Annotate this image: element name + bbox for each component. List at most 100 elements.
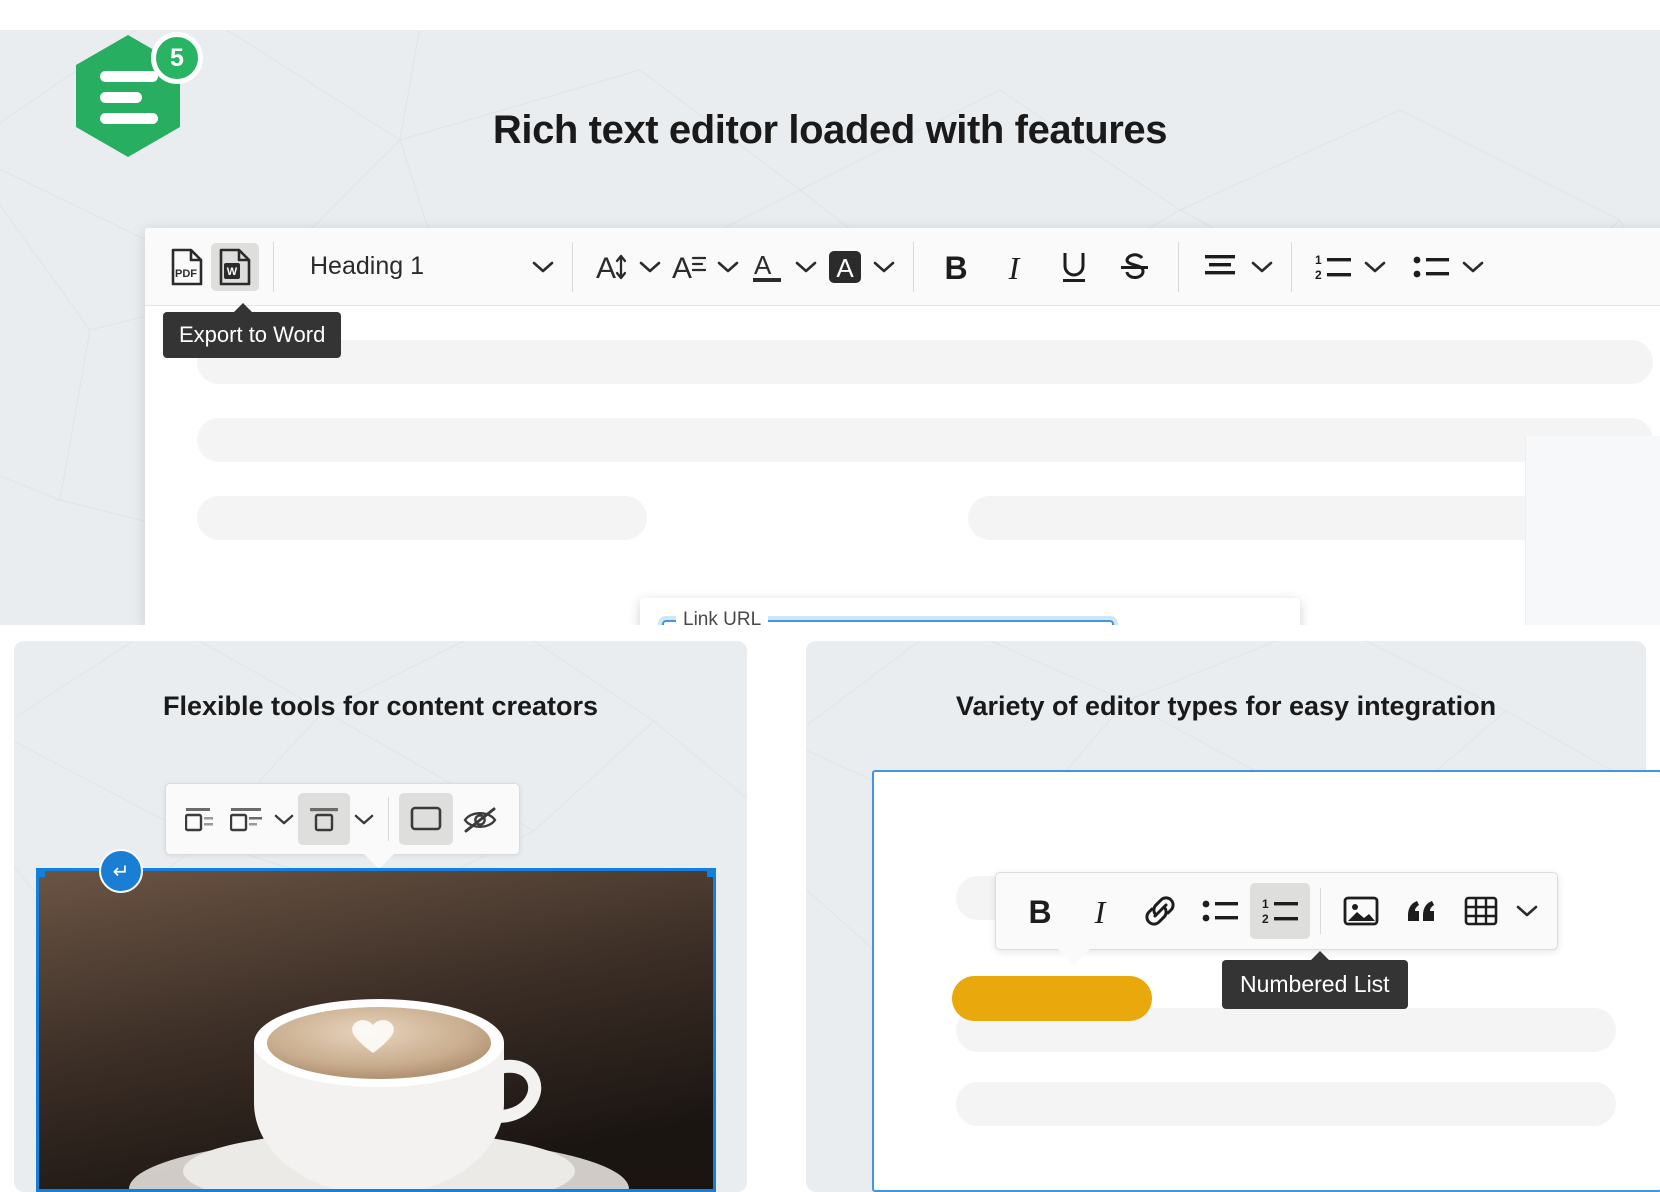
hero-panel: Rich text editor loaded with features PD… bbox=[0, 30, 1660, 625]
svg-text:I: I bbox=[1008, 250, 1021, 284]
font-family-icon: A bbox=[672, 250, 706, 284]
svg-text:A: A bbox=[596, 252, 616, 284]
svg-text:A: A bbox=[672, 252, 692, 284]
card-title: Flexible tools for content creators bbox=[14, 691, 747, 722]
table-icon bbox=[1464, 896, 1498, 926]
image-align-center-dropdown[interactable] bbox=[350, 795, 378, 843]
image-align-center-button[interactable] bbox=[298, 793, 350, 845]
strikethrough-button[interactable] bbox=[1104, 243, 1164, 291]
svg-text:I: I bbox=[1094, 894, 1107, 928]
highlighted-text-pill[interactable] bbox=[952, 976, 1152, 1021]
font-color-icon: A bbox=[750, 249, 784, 285]
numbered-list-dropdown[interactable] bbox=[1360, 243, 1390, 291]
insert-image-button[interactable] bbox=[1331, 887, 1391, 935]
hide-caption-button[interactable] bbox=[453, 793, 507, 845]
strikethrough-icon bbox=[1118, 249, 1150, 285]
numbered-list-icon: 1 2 bbox=[1261, 896, 1299, 926]
chevron-down-icon bbox=[528, 243, 558, 291]
bulleted-list-dropdown[interactable] bbox=[1458, 243, 1488, 291]
editor-window: PDF W Heading 1 bbox=[145, 228, 1660, 625]
cancel-link-button[interactable] bbox=[1224, 622, 1278, 626]
link-icon bbox=[1143, 894, 1177, 928]
italic-icon: I bbox=[999, 250, 1029, 284]
link-button[interactable] bbox=[1130, 887, 1190, 935]
chevron-down-icon bbox=[639, 260, 661, 274]
background-color-dropdown[interactable] bbox=[869, 243, 899, 291]
numbered-list-tooltip: Numbered List bbox=[1222, 960, 1408, 1009]
numbered-list-icon: 1 2 bbox=[1314, 252, 1352, 282]
content-row bbox=[197, 340, 1653, 384]
svg-text:A: A bbox=[836, 253, 854, 283]
svg-text:B: B bbox=[1028, 894, 1051, 928]
save-link-button[interactable] bbox=[1148, 622, 1202, 626]
logo-badge: 5 bbox=[151, 32, 203, 84]
toolbar-divider bbox=[1320, 888, 1321, 934]
font-family-dropdown[interactable] bbox=[713, 243, 743, 291]
block-quote-button[interactable] bbox=[1391, 887, 1451, 935]
bulleted-list-button[interactable] bbox=[1404, 243, 1458, 291]
font-size-icon: A bbox=[594, 250, 628, 284]
toolbar-tail bbox=[1058, 949, 1090, 965]
numbered-list-button[interactable]: 1 2 bbox=[1250, 883, 1310, 939]
heading-label: Heading 1 bbox=[288, 252, 434, 281]
export-to-pdf-button[interactable]: PDF bbox=[163, 243, 211, 291]
image-block-icon bbox=[408, 805, 444, 833]
svg-text:A: A bbox=[754, 250, 772, 280]
underline-icon bbox=[1058, 249, 1090, 285]
tooltip-label: Export to Word bbox=[179, 322, 325, 347]
chevron-down-icon bbox=[1462, 260, 1484, 274]
alignment-button[interactable] bbox=[1193, 243, 1247, 291]
resize-handle-top-left[interactable] bbox=[36, 868, 45, 877]
image-align-right-button[interactable] bbox=[224, 796, 270, 842]
image-return-badge[interactable]: ↵ bbox=[99, 849, 143, 893]
bulleted-list-button[interactable] bbox=[1190, 887, 1250, 935]
font-family-button[interactable]: A bbox=[665, 243, 713, 291]
image-align-center-icon bbox=[307, 806, 341, 832]
chevron-down-icon bbox=[1251, 260, 1273, 274]
chevron-down-icon bbox=[274, 813, 294, 826]
toolbar-divider bbox=[1291, 242, 1292, 292]
underline-button[interactable] bbox=[1044, 243, 1104, 291]
table-dropdown[interactable] bbox=[1511, 887, 1543, 935]
sidebar-pane bbox=[1525, 436, 1660, 625]
link-url-balloon: Link URL https://ckeditor.com bbox=[640, 598, 1300, 625]
card-title: Variety of editor types for easy integra… bbox=[806, 691, 1646, 722]
image-align-right-dropdown[interactable] bbox=[270, 795, 298, 843]
pdf-icon: PDF bbox=[170, 248, 204, 286]
font-size-dropdown[interactable] bbox=[635, 243, 665, 291]
chevron-down-icon bbox=[717, 260, 739, 274]
svg-text:1: 1 bbox=[1262, 897, 1269, 911]
content-placeholder bbox=[956, 1082, 1616, 1126]
insert-table-button[interactable] bbox=[1451, 887, 1511, 935]
content-placeholder bbox=[197, 496, 647, 540]
font-color-dropdown[interactable] bbox=[791, 243, 821, 291]
bold-button[interactable]: B bbox=[1010, 887, 1070, 935]
background-color-icon: A bbox=[827, 249, 863, 285]
editor-content-area[interactable] bbox=[145, 306, 1660, 625]
background-color-button[interactable]: A bbox=[821, 243, 869, 291]
content-placeholder bbox=[197, 418, 1653, 462]
chevron-down-icon bbox=[1364, 260, 1386, 274]
toolbar-divider bbox=[1178, 242, 1179, 292]
font-color-button[interactable]: A bbox=[743, 243, 791, 291]
inline-editor-toolbar: B I 1 2 bbox=[995, 872, 1558, 950]
image-align-left-button[interactable] bbox=[178, 796, 224, 842]
page-title: Rich text editor loaded with features bbox=[0, 108, 1660, 153]
image-block-button[interactable] bbox=[399, 793, 453, 845]
italic-button[interactable]: I bbox=[1070, 887, 1130, 935]
svg-text:1: 1 bbox=[1315, 253, 1322, 267]
align-icon bbox=[1203, 252, 1237, 282]
export-to-word-button[interactable]: W bbox=[211, 243, 259, 291]
heading-dropdown[interactable]: Heading 1 bbox=[288, 243, 558, 291]
font-size-button[interactable]: A bbox=[587, 243, 635, 291]
content-row bbox=[197, 496, 1653, 540]
alignment-dropdown[interactable] bbox=[1247, 243, 1277, 291]
italic-button[interactable]: I bbox=[984, 243, 1044, 291]
numbered-list-button[interactable]: 1 2 bbox=[1306, 243, 1360, 291]
toolbar-divider bbox=[913, 242, 914, 292]
chevron-down-icon bbox=[873, 260, 895, 274]
link-url-field[interactable]: Link URL https://ckeditor.com bbox=[662, 620, 1114, 626]
bold-button[interactable]: B bbox=[928, 243, 984, 291]
selected-image[interactable] bbox=[36, 868, 716, 1192]
svg-text:PDF: PDF bbox=[175, 268, 197, 280]
